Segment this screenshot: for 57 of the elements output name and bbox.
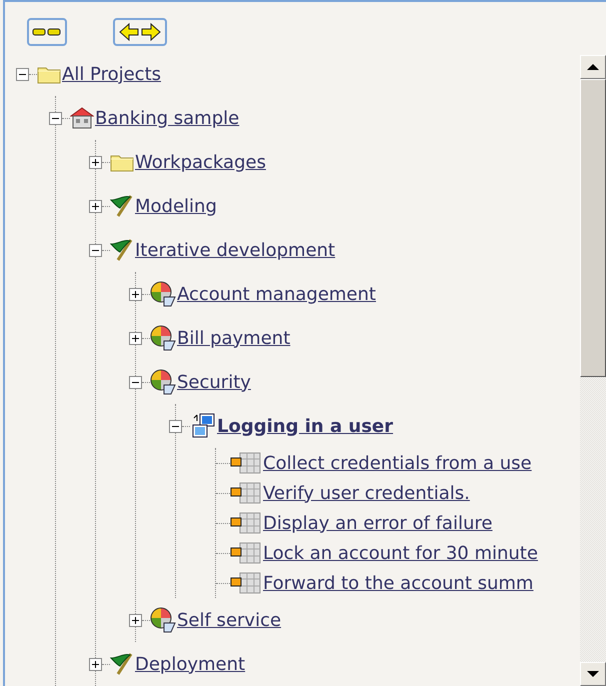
table-icon xyxy=(230,542,262,564)
plus-icon xyxy=(131,616,140,624)
plus-icon xyxy=(91,158,100,166)
expand-toggle[interactable] xyxy=(129,288,142,300)
scrollbar[interactable] xyxy=(580,55,606,686)
tree-item-link[interactable]: Collect credentials from a use xyxy=(263,452,532,474)
flag-icon xyxy=(110,238,134,262)
tree-item-link[interactable]: Deployment xyxy=(135,654,246,674)
pie-chart-icon xyxy=(150,281,176,307)
tree-item-link[interactable]: Display an error of failure xyxy=(263,512,492,534)
pie-chart-icon xyxy=(150,325,176,351)
plus-icon xyxy=(131,290,140,298)
plus-icon xyxy=(91,202,100,210)
tree-item-link[interactable]: Lock an account for 30 minute xyxy=(263,542,538,564)
down-arrow-icon xyxy=(587,670,599,678)
collapse-toggle[interactable] xyxy=(169,420,182,432)
tree-item-link[interactable]: Self service xyxy=(177,610,282,630)
expand-toggle[interactable] xyxy=(89,156,102,168)
collapse-toggle[interactable] xyxy=(129,376,142,388)
expand-all-button[interactable] xyxy=(113,18,167,46)
tree-item-link[interactable]: Iterative development xyxy=(135,240,336,260)
scrollbar-thumb[interactable] xyxy=(580,79,606,377)
collapse-all-button[interactable] xyxy=(27,18,67,46)
collapse-all-icon xyxy=(32,27,62,37)
windows-icon xyxy=(190,413,216,439)
table-icon xyxy=(230,512,262,534)
expand-toggle[interactable] xyxy=(89,658,102,670)
collapse-toggle[interactable] xyxy=(16,68,29,80)
tree-item-link[interactable]: All Projects xyxy=(62,64,161,84)
expand-toggle[interactable] xyxy=(129,614,142,626)
expand-toggle[interactable] xyxy=(89,200,102,212)
tree-item-link[interactable]: Security xyxy=(177,372,251,392)
collapse-toggle[interactable] xyxy=(49,112,62,124)
scroll-down-button[interactable] xyxy=(580,662,606,686)
table-icon xyxy=(230,572,262,594)
tree-item-link[interactable]: Workpackages xyxy=(135,152,266,172)
tree-item-link[interactable]: Modeling xyxy=(135,196,217,216)
tree-item-link[interactable]: Logging in a user xyxy=(217,416,394,436)
table-icon xyxy=(230,452,262,474)
plus-icon xyxy=(131,334,140,342)
table-icon xyxy=(230,482,262,504)
pie-chart-icon xyxy=(150,607,176,633)
tree-item-link[interactable]: Banking sample xyxy=(95,108,240,128)
plus-icon xyxy=(91,660,100,668)
double-arrow-icon xyxy=(118,22,162,42)
scroll-up-button[interactable] xyxy=(580,55,606,79)
flag-icon xyxy=(110,194,134,218)
tree-item-link[interactable]: Bill payment xyxy=(177,328,290,348)
house-icon xyxy=(70,107,94,129)
tree-item-link[interactable]: Account management xyxy=(177,284,376,304)
tree-item-link[interactable]: Forward to the account summ xyxy=(263,572,534,594)
pie-chart-icon xyxy=(150,369,176,395)
tree-item-link[interactable]: Verify user credentials. xyxy=(263,482,470,504)
collapse-toggle[interactable] xyxy=(89,244,102,256)
flag-icon xyxy=(110,652,134,676)
expand-toggle[interactable] xyxy=(129,332,142,344)
up-arrow-icon xyxy=(587,63,599,71)
